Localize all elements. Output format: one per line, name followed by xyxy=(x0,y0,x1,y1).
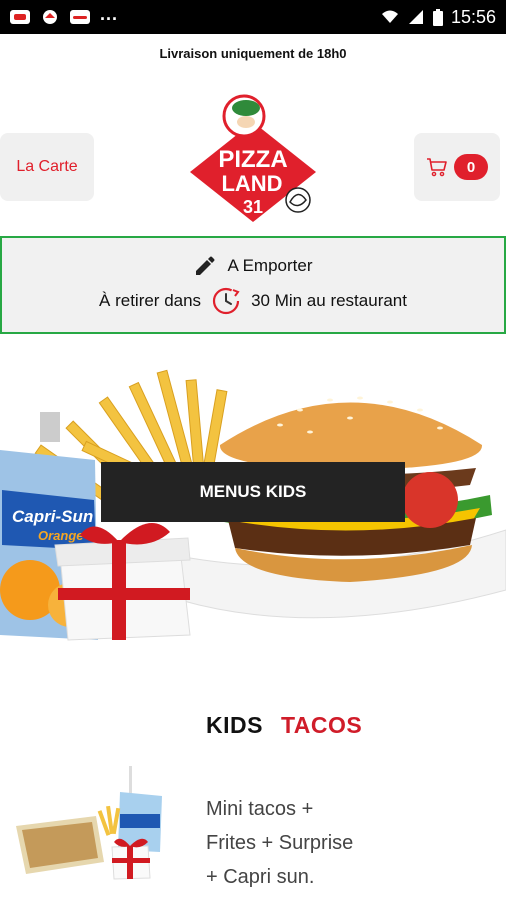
logo-text-pizza: PIZZA xyxy=(218,146,287,173)
product-card[interactable]: KIDS TACOS Mini tacos + Frites + Surprise… xyxy=(0,690,506,900)
clock-time: 15:56 xyxy=(450,6,496,27)
logo-text-land: LAND xyxy=(221,171,282,196)
more-notifications: ... xyxy=(100,3,119,24)
menu-button[interactable]: La Carte xyxy=(0,133,94,201)
app-notification-icon xyxy=(10,10,30,24)
menu-button-label: La Carte xyxy=(16,158,78,175)
clock-icon xyxy=(212,287,240,315)
pizzaland-logo[interactable]: PIZZA LAND 31 xyxy=(186,92,320,228)
kids-menu-banner[interactable]: MENUS KIDS xyxy=(101,462,405,522)
product-desc-line: Frites + Surprise xyxy=(206,832,354,854)
pencil-icon xyxy=(196,256,215,275)
product-title-kids: KIDS xyxy=(206,712,263,738)
order-mode-panel[interactable]: A Emporter À retirer dans 30 Min au rest… xyxy=(0,236,506,334)
delivery-notice: Livraison uniquement de 18h0 xyxy=(159,46,347,61)
juice-flavor-text: Orange xyxy=(38,528,84,543)
logo-text-number: 31 xyxy=(243,197,263,217)
status-bar: ... 15:56 xyxy=(0,0,506,34)
product-title-tacos: TACOS xyxy=(280,712,363,738)
product-desc-line: Mini tacos + xyxy=(206,798,314,820)
cart-count-badge: 0 xyxy=(454,154,488,180)
app-notification-icon xyxy=(70,10,90,24)
product-desc-line: + Capri sun. xyxy=(206,866,315,888)
product-description: Mini tacos + Frites + Surprise + Capri s… xyxy=(206,792,396,894)
cart-icon xyxy=(427,158,447,177)
product-title: KIDS TACOS xyxy=(206,712,362,739)
wifi-icon xyxy=(381,10,398,23)
signal-icon xyxy=(408,10,423,24)
order-mode-label: A Emporter xyxy=(227,256,313,275)
pickup-prefix: À retirer dans xyxy=(99,291,202,310)
pickup-time: 30 Min au restaurant xyxy=(251,291,407,310)
kids-tacos-image xyxy=(16,766,162,880)
juice-brand-text: Capri-Sun xyxy=(12,507,93,526)
pizza-notification-icon xyxy=(43,10,57,24)
battery-icon xyxy=(432,8,443,26)
cart-button[interactable]: 0 xyxy=(414,133,500,201)
